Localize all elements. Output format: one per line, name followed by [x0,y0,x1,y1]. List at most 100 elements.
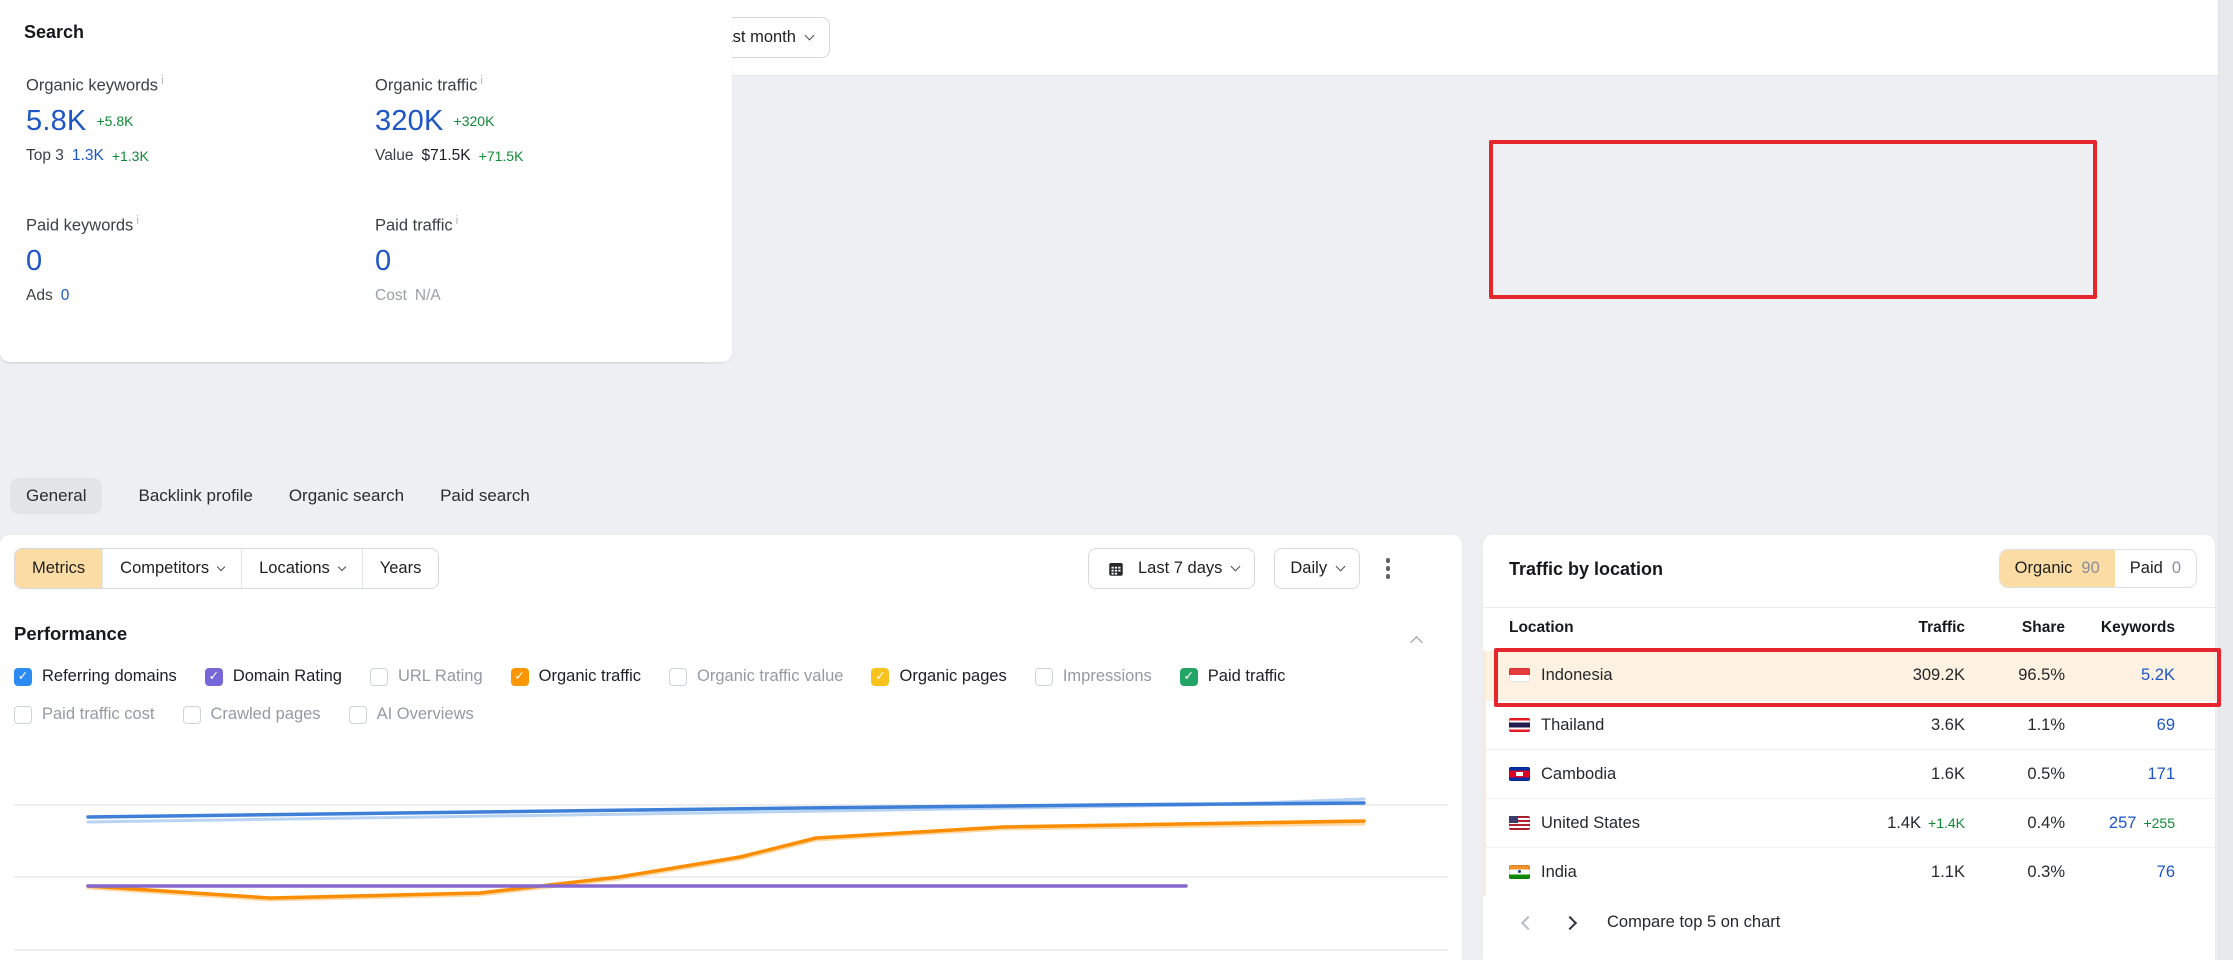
traffic-cell: 1.4K+1.4K [1815,814,1965,833]
chart-controls-segmented: Metrics Competitors Locations Years [14,548,439,589]
metric-checkbox-crawled-pages[interactable]: Crawled pages [183,705,321,724]
metric-checkbox-organic-traffic-value[interactable]: Organic traffic value [669,667,843,686]
metric-checkbox-label: Crawled pages [211,705,321,724]
info-icon [136,215,139,227]
keywords-change: +255 [2143,815,2175,831]
vertical-scrollbar[interactable] [2218,0,2233,960]
location-row-indonesia[interactable]: Indonesia309.2K96.5%5.2K [1483,651,2215,700]
col-location[interactable]: Location [1509,619,1815,637]
more-options-kebab-icon[interactable] [1379,548,1397,589]
traffic-cell: 1.1K [1815,863,1965,882]
pager-prev-icon[interactable] [1521,915,1535,929]
traffic-by-location-card: Traffic by location Organic90 Paid0 Loca… [1483,535,2215,960]
india-flag-icon [1509,865,1530,879]
share-cell: 1.1% [1965,716,2065,735]
checkbox-unchecked-icon [14,706,32,724]
organic-traffic-value[interactable]: 320K [375,105,444,138]
traffic-value-amount: $71.5K [422,147,471,165]
chart-line-organic-traffic-previous-period [88,824,1364,900]
tab-paid-search[interactable]: Paid search [440,486,530,506]
location-name: Cambodia [1541,765,1616,783]
info-icon [480,75,483,87]
cost-value: N/A [415,287,441,305]
metric-checkbox-label: Impressions [1063,667,1152,686]
metric-checkbox-paid-traffic[interactable]: ✓ Paid traffic [1180,667,1286,686]
organic-keywords-value[interactable]: 5.8K [26,105,86,138]
keywords-link[interactable]: 76 [2157,863,2175,881]
share-cell: 0.4% [1965,814,2065,833]
locations-segment[interactable]: Locations [241,549,362,588]
metric-checkbox-referring-domains[interactable]: ✓ Referring domains [14,667,177,686]
metric-checkbox-organic-traffic[interactable]: ✓Organic traffic [511,667,641,686]
metric-checkbox-impressions[interactable]: Impressions [1035,667,1152,686]
indonesia-flag-icon [1509,668,1530,682]
location-name: India [1541,863,1577,881]
location-row-thailand[interactable]: Thailand3.6K1.1%69 [1483,700,2215,749]
organic-traffic-change: +320K [454,113,495,129]
us-flag-icon [1509,816,1530,830]
location-row-cambodia[interactable]: Cambodia1.6K0.5%171 [1483,749,2215,798]
paid-count: 0 [2172,559,2181,578]
location-table-body: Indonesia309.2K96.5%5.2KThailand3.6K1.1%… [1483,651,2215,896]
organic-keywords-change: +5.8K [96,113,133,129]
pager-next-icon[interactable] [1563,915,1577,929]
years-segment[interactable]: Years [362,549,439,588]
traffic-cell: 3.6K [1815,716,1965,735]
metric-checkbox-label: Referring domains [42,667,177,686]
metric-checkbox-url-rating[interactable]: URL Rating [370,667,483,686]
keywords-link[interactable]: 5.2K [2141,666,2175,684]
keywords-link[interactable]: 257 [2109,814,2137,832]
info-icon [161,75,164,87]
col-share[interactable]: Share [1965,619,2065,637]
divider [1483,607,2215,608]
metric-checkbox-label: Organic traffic value [697,667,843,686]
paid-traffic-value[interactable]: 0 [375,245,391,278]
collapse-section-button[interactable] [1412,634,1421,652]
paid-traffic-stat: Paid traffic 0 CostN/A [375,215,458,305]
location-name: Indonesia [1541,666,1613,684]
checkbox-unchecked-icon [349,706,367,724]
thailand-flag-icon [1509,718,1530,732]
keywords-link[interactable]: 69 [2157,716,2175,734]
metric-checkbox-paid-traffic-cost[interactable]: Paid traffic cost [14,705,155,724]
organic-toggle[interactable]: Organic90 [2000,550,2115,587]
metric-checkbox-ai-overviews[interactable]: AI Overviews [349,705,474,724]
paid-keywords-label: Paid keywords [26,215,139,236]
date-range-button[interactable]: Last 7 days [1088,548,1255,589]
checkbox-checked-icon: ✓ [14,668,32,686]
paid-keywords-value[interactable]: 0 [26,245,42,278]
chevron-down-icon [805,31,815,41]
top3-value[interactable]: 1.3K [72,147,104,165]
ads-value[interactable]: 0 [61,287,70,305]
tab-general[interactable]: General [10,478,102,514]
location-pager: Compare top 5 on chart [1523,913,1780,932]
metrics-segment[interactable]: Metrics [15,549,102,588]
metric-checkbox-domain-rating[interactable]: ✓Domain Rating [205,667,342,686]
keywords-link[interactable]: 171 [2147,765,2175,783]
location-row-united-states[interactable]: United States1.4K+1.4K0.4%257+255 [1483,798,2215,847]
traffic-cell: 1.6K [1815,765,1965,784]
chevron-down-icon [1336,562,1346,572]
checkbox-checked-icon: ✓ [871,668,889,686]
checkbox-checked-icon: ✓ [1180,668,1198,686]
col-traffic[interactable]: Traffic [1815,619,1965,637]
metric-checkbox-label: Organic pages [899,667,1006,686]
checkbox-unchecked-icon [183,706,201,724]
tab-backlink-profile[interactable]: Backlink profile [138,486,252,506]
search-title: Search [24,22,84,43]
col-keywords[interactable]: Keywords [2065,619,2175,637]
metric-checkbox-label: AI Overviews [377,705,474,724]
metric-checkbox-label: Organic traffic [539,667,641,686]
chevron-down-icon [217,562,225,570]
cost-label: Cost [375,287,407,305]
paid-toggle[interactable]: Paid0 [2115,550,2196,587]
performance-card: Metrics Competitors Locations Years Last… [0,535,1462,960]
location-row-india[interactable]: India1.1K0.3%76 [1483,847,2215,896]
metric-checkbox-list: ✓ Referring domains ✓Domain Rating URL Rati… [14,667,1384,724]
granularity-button[interactable]: Daily [1274,548,1360,589]
metric-checkbox-organic-pages[interactable]: ✓ Organic pages [871,667,1006,686]
competitors-segment[interactable]: Competitors [102,549,241,588]
performance-chart [0,780,1462,960]
metric-checkbox-label: Paid traffic [1208,667,1286,686]
tab-organic-search[interactable]: Organic search [289,486,404,506]
